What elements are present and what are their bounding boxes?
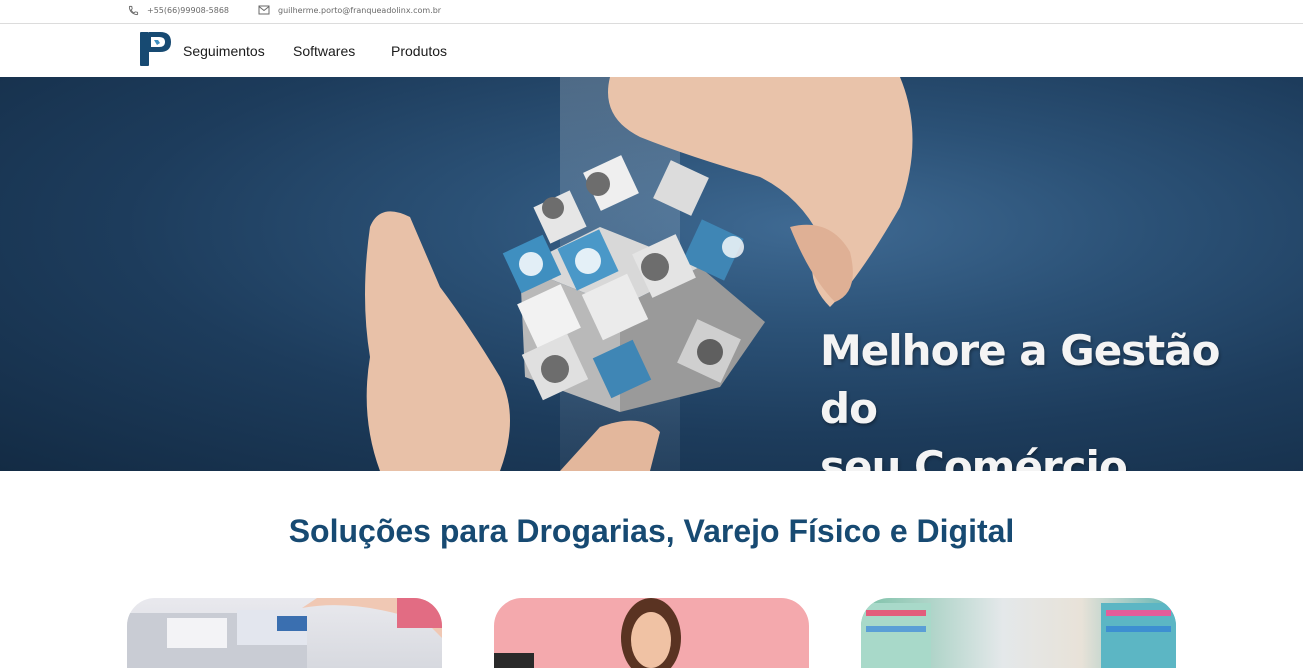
mail-icon (258, 5, 270, 15)
hero-heading-line-1: Melhore a Gestão do (820, 326, 1220, 433)
supermarket-image (861, 603, 1176, 668)
nav-item-softwares[interactable]: Softwares (293, 43, 355, 59)
woman-card[interactable] (494, 598, 809, 668)
pharmacy-card[interactable] (127, 598, 442, 668)
email-contact[interactable]: guilherme.porto@franqueadolinx.com.br (258, 5, 441, 15)
hero-heading-line-2: seu Comércio (820, 442, 1128, 471)
supermarket-card[interactable] (861, 598, 1176, 668)
woman-image (494, 598, 681, 668)
main-navbar: Seguimentos Softwares Produtos (0, 25, 1303, 77)
hero-banner: Melhore a Gestão do seu Comércio (0, 77, 1303, 471)
solutions-title: Soluções para Drogarias, Varejo Físico e… (288, 513, 1015, 549)
phone-contact[interactable]: +55(66)99908-5868 (128, 5, 229, 16)
phone-icon (128, 5, 139, 16)
nav-item-produtos[interactable]: Produtos (391, 43, 447, 59)
hero-heading: Melhore a Gestão do seu Comércio (820, 322, 1280, 471)
top-contact-bar: +55(66)99908-5868 guilherme.porto@franqu… (0, 0, 1303, 24)
phone-number: +55(66)99908-5868 (147, 6, 229, 15)
email-address: guilherme.porto@franqueadolinx.com.br (278, 5, 442, 15)
brand-logo[interactable] (138, 30, 172, 68)
pharmacy-image (127, 598, 442, 668)
nav-item-seguimentos[interactable]: Seguimentos (183, 43, 265, 59)
